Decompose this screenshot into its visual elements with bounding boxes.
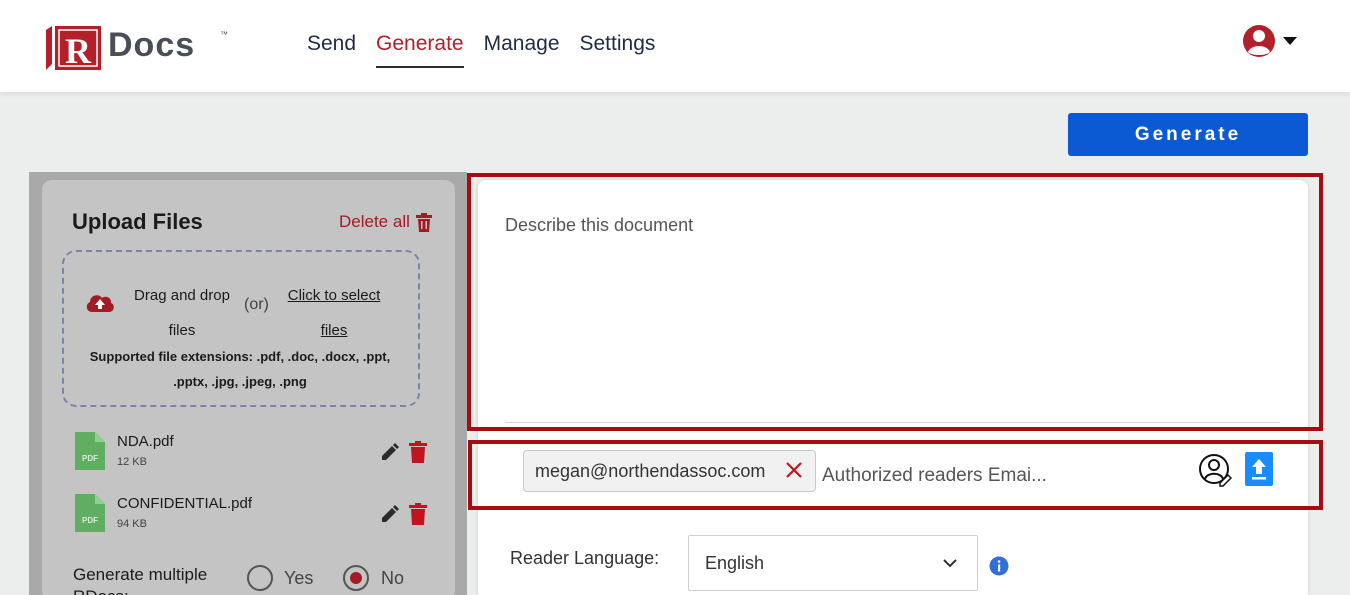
chevron-down-icon	[943, 559, 957, 568]
main-nav: Send Generate Manage Settings	[307, 32, 655, 68]
reader-language-label: Reader Language:	[510, 548, 660, 568]
pdf-file-icon: PDF	[75, 432, 105, 470]
file-list-item: PDF CONFIDENTIAL.pdf 94 KB	[75, 494, 435, 538]
radio-multiple-no[interactable]	[343, 565, 369, 591]
top-header: R Docs ™ Send Generate Manage Settings	[0, 0, 1350, 92]
radio-no-label: No	[381, 568, 405, 588]
svg-text:PDF: PDF	[82, 516, 98, 525]
radio-yes-label: Yes	[284, 568, 314, 588]
reader-language-select[interactable]: English	[688, 535, 978, 591]
trademark-symbol: ™	[220, 30, 228, 39]
edit-pencil-icon[interactable]	[380, 442, 400, 462]
rdocs-logo-text: Docs	[108, 26, 196, 64]
svg-text:PDF: PDF	[82, 454, 98, 463]
description-highlight-frame	[467, 173, 1323, 431]
supported-extensions-text: Supported file extensions: .pdf, .doc, .…	[89, 349, 391, 389]
rdocs-logo-mark: R	[46, 26, 101, 70]
info-icon[interactable]	[989, 556, 1009, 576]
file-size: 12 KB	[117, 456, 147, 468]
nav-manage[interactable]: Manage	[484, 32, 560, 68]
file-size: 94 KB	[117, 518, 147, 530]
edit-pencil-icon[interactable]	[380, 504, 400, 524]
trash-icon	[415, 212, 432, 232]
pdf-file-icon: PDF	[75, 494, 105, 532]
nav-generate[interactable]: Generate	[376, 32, 464, 68]
cloud-upload-icon	[86, 295, 114, 312]
user-circle-icon	[1243, 25, 1297, 57]
user-menu-button[interactable]	[1242, 24, 1302, 58]
delete-all-label: Delete all	[339, 212, 410, 231]
reader-language-value: English	[705, 553, 765, 573]
upload-files-title: Upload Files	[72, 209, 203, 234]
drag-drop-label: Drag and drop files	[134, 287, 230, 339]
click-to-select-files-link[interactable]: Click to select files	[278, 278, 390, 348]
nav-send[interactable]: Send	[307, 32, 356, 68]
or-label: (or)	[244, 296, 269, 313]
rdocs-logo[interactable]: R Docs ™	[46, 24, 236, 72]
generate-multiple-label: Generate multiple RDocs:	[73, 565, 208, 595]
file-name: CONFIDENTIAL.pdf	[117, 495, 253, 512]
delete-all-button[interactable]: Delete all	[339, 212, 432, 232]
delete-file-icon[interactable]	[409, 503, 427, 525]
readers-highlight-frame	[468, 440, 1323, 510]
generate-button[interactable]: Generate	[1068, 113, 1308, 156]
file-name: NDA.pdf	[117, 433, 174, 450]
nav-settings[interactable]: Settings	[580, 32, 656, 68]
svg-text:R: R	[65, 31, 92, 70]
radio-multiple-yes[interactable]	[247, 565, 273, 591]
delete-file-icon[interactable]	[409, 441, 427, 463]
file-list-item: PDF NDA.pdf 12 KB	[75, 432, 435, 476]
